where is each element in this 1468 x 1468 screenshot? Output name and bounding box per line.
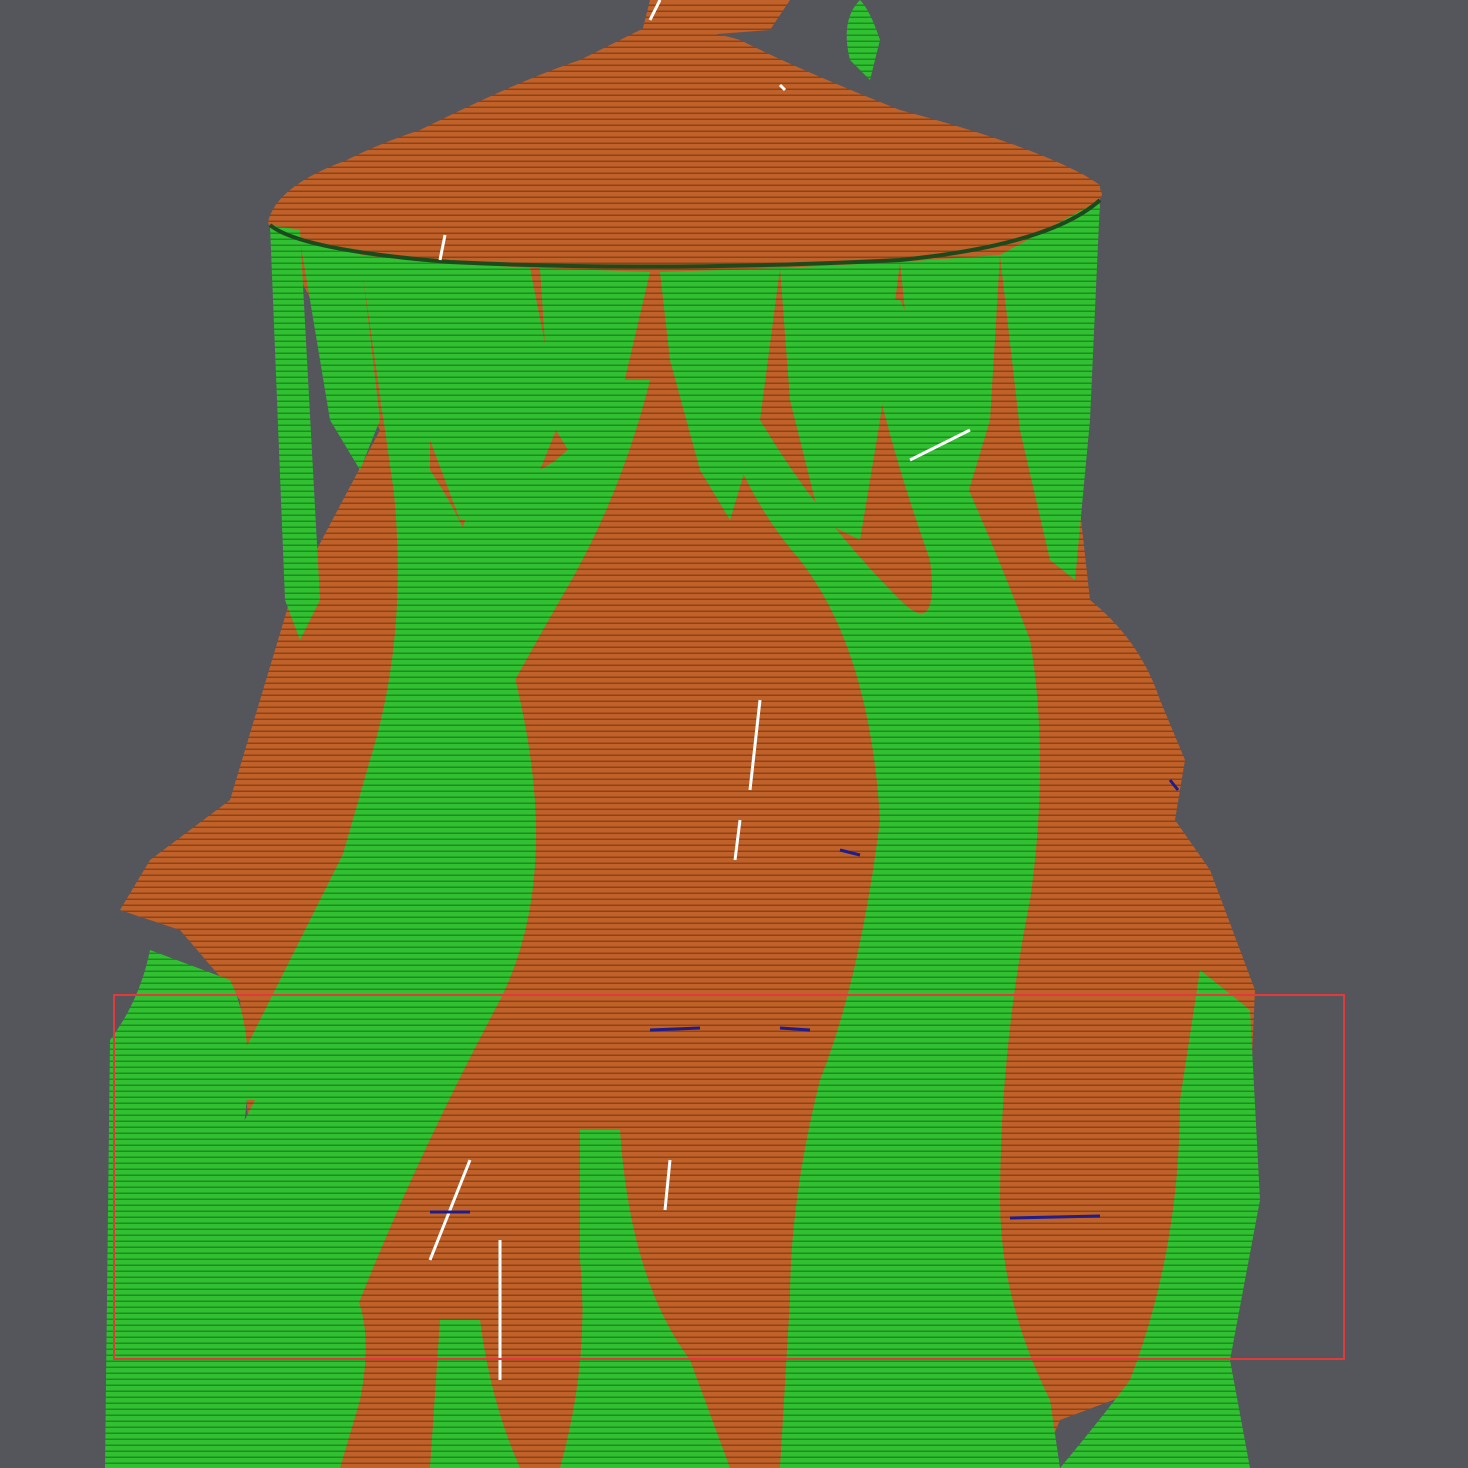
3d-viewport[interactable] bbox=[0, 0, 1468, 1468]
selection-rectangle[interactable] bbox=[113, 994, 1345, 1360]
